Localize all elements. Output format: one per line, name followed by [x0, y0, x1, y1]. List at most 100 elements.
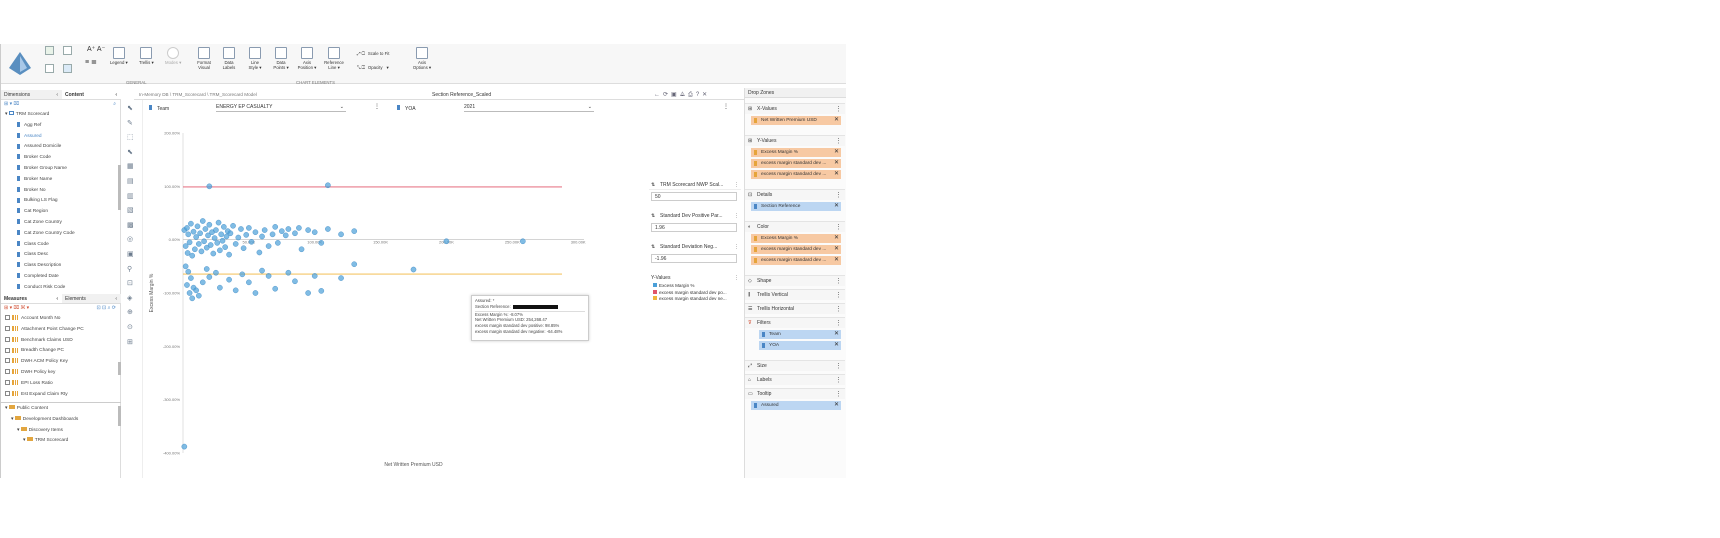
- list-item[interactable]: Broker No: [5, 186, 115, 197]
- font-size-up-icon[interactable]: A⁺ A⁻: [87, 46, 105, 53]
- team-select[interactable]: ENERGY EP CASUALTY ⌄: [216, 104, 346, 112]
- dimensions-toolbar[interactable]: ⊞ ▾ ⌧ ⌕: [4, 101, 118, 109]
- yoa-filter[interactable]: YOA 2021 ⌄ ⋮: [394, 103, 734, 113]
- chart-type-icon[interactable]: [45, 46, 54, 55]
- filter-options-icon[interactable]: ⋮: [723, 103, 729, 110]
- tooltip-zone[interactable]: ▭ Tooltip ⋮: [745, 388, 845, 399]
- y-tick-label: 100.00%: [164, 184, 180, 189]
- list-item[interactable]: Assured Domicile: [5, 142, 115, 153]
- data-point: [240, 245, 247, 251]
- trellis-horizontal-zone[interactable]: ☰ Trellis Horizontal ⋮: [745, 303, 845, 314]
- yvalues-zone[interactable]: ⊞ Y-Values ⋮: [745, 135, 845, 146]
- parameter-nwp-input[interactable]: 50: [651, 192, 737, 201]
- list-item[interactable]: DWH ACM Policy Key: [5, 357, 115, 368]
- list-item[interactable]: Assured: [5, 132, 115, 143]
- color-pill[interactable]: excess margin standard dev ... ✕: [751, 256, 841, 265]
- parameter-std-neg-input[interactable]: -1.96: [651, 254, 737, 263]
- list-item[interactable]: Account Month No: [5, 314, 115, 325]
- list-item[interactable]: Conduct Risk Code: [5, 283, 115, 294]
- tab-dimensions[interactable]: Dimensions ‹: [1, 90, 62, 100]
- list-item[interactable]: ▾ Discovery Items: [5, 426, 115, 437]
- data-point: [226, 251, 232, 258]
- parameter-std-neg-label: ⇅ Standard Deviation Neg... ⋮: [651, 244, 739, 250]
- data-labels-button[interactable]: Data Labels: [221, 47, 237, 70]
- tab-elements[interactable]: Elements ‹: [62, 294, 121, 304]
- viz-header: In-Memory DB \ TRM_Scorecard \ TRM_Score…: [134, 90, 744, 100]
- data-points-button[interactable]: Data Points ▾: [272, 47, 290, 70]
- yoa-select[interactable]: 2021 ⌄: [464, 104, 594, 112]
- xvalues-zone[interactable]: ⊞ X-Values ⋮: [745, 103, 845, 114]
- list-item[interactable]: Broker Name: [5, 175, 115, 186]
- yvalues-pill[interactable]: excess margin standard dev ... ✕: [751, 159, 841, 168]
- list-item[interactable]: ▾ TRM Scorecard: [5, 436, 115, 447]
- tool-icons[interactable]: ⬉ ✎ ⬚ ⬉ ▦ ▤ ▥ ▧ ▩ ◎ ▣ ⚲ ⊡ ◈ ⊕ ⊙ ⊞: [127, 102, 134, 350]
- list-item[interactable]: Broker Group Name: [5, 164, 115, 175]
- list-item[interactable]: Cat Zone Country: [5, 218, 115, 229]
- measures-toolbar[interactable]: ⊞ ▾ ⌧ Ж ▾ ⊡ ⊡ ⌕ ⟳: [4, 305, 118, 313]
- xvalues-pill[interactable]: Net Written Premium USD ✕: [751, 116, 841, 125]
- list-item[interactable]: Benchmark Claims USD: [5, 336, 115, 347]
- trellis-button[interactable]: Trellis ▾: [139, 47, 154, 65]
- list-item[interactable]: Completed Date: [5, 272, 115, 283]
- data-point: [272, 285, 278, 292]
- color-zone[interactable]: ◐ Color ⋮: [745, 221, 845, 232]
- legend-button[interactable]: Legend ▾: [110, 47, 128, 65]
- parameter-std-pos-label: ⇅ Standard Dev Positive Par... ⋮: [651, 213, 739, 219]
- filter-pill[interactable]: Team ✕: [759, 330, 841, 339]
- data-point: [311, 229, 318, 235]
- list-item[interactable]: Breadth Change PC: [5, 346, 115, 357]
- legend-item[interactable]: excess margin standard dev ne...: [653, 296, 741, 303]
- list-item[interactable]: Broker Code: [5, 153, 115, 164]
- color-pill[interactable]: excess margin standard dev ... ✕: [751, 245, 841, 254]
- list-item[interactable]: Class Code: [5, 240, 115, 251]
- list-item[interactable]: ▾ Development Dashboards: [5, 415, 115, 426]
- parameter-std-pos-input[interactable]: 1.96: [651, 223, 737, 232]
- format-visual-button[interactable]: Format Visual: [196, 47, 212, 70]
- filter-options-icon[interactable]: ⋮: [374, 103, 380, 110]
- axis-position-button[interactable]: Axis Position ▾: [297, 47, 317, 70]
- scatter-icon[interactable]: [63, 64, 72, 73]
- list-item[interactable]: Est Expand Claim Rty: [5, 390, 115, 400]
- trellis-vertical-zone[interactable]: ⫼ Trellis Vertical ⋮: [745, 289, 845, 300]
- data-point: [185, 268, 192, 275]
- list-item[interactable]: Agg Ref: [5, 121, 115, 132]
- filter-pill[interactable]: YOA ✕: [759, 341, 841, 350]
- swap-icon[interactable]: [45, 64, 54, 73]
- list-item[interactable]: Bulking LS Flag: [5, 196, 115, 207]
- filters-zone[interactable]: ⊽ Filters ⋮: [745, 317, 845, 328]
- axis-options-button[interactable]: Axis Options ▾: [411, 47, 433, 70]
- details-zone[interactable]: ⊡ Details ⋮: [745, 189, 845, 200]
- tooltip-pill[interactable]: Assured ✕: [751, 401, 841, 410]
- tree-root[interactable]: ▾ TRM Scorecard: [5, 110, 115, 121]
- reference-line-button[interactable]: Reference Line ▾: [323, 47, 345, 70]
- line-style-button[interactable]: Line Style ▾: [246, 47, 264, 70]
- yvalues-pill[interactable]: Excess Margin % ✕: [751, 148, 841, 157]
- viz-action-icons[interactable]: ←⟳▣⟁⎙?✕: [654, 91, 710, 99]
- yvalues-pill[interactable]: excess margin standard dev ... ✕: [751, 170, 841, 179]
- tab-content[interactable]: Content ‹: [62, 90, 121, 100]
- search-icon[interactable]: ⌕: [113, 101, 116, 107]
- align-icon[interactable]: ≡ ≣: [85, 59, 97, 66]
- color-pill[interactable]: Excess Margin % ✕: [751, 234, 841, 243]
- data-point: [206, 183, 213, 190]
- list-item[interactable]: ▾ Public Content: [5, 404, 115, 415]
- sort-icon[interactable]: [63, 46, 72, 55]
- list-item[interactable]: Class Description: [5, 261, 115, 272]
- tab-measures[interactable]: Measures ‹: [1, 294, 62, 304]
- opacity-button[interactable]: ⤡ ◫ Opacity ▾: [357, 65, 389, 70]
- list-item[interactable]: Attachment Point Change PC: [5, 325, 115, 336]
- shape-zone[interactable]: ◇ Shape ⋮: [745, 275, 845, 286]
- list-item[interactable]: Class Desc: [5, 250, 115, 261]
- list-item[interactable]: Cat Region: [5, 207, 115, 218]
- team-filter[interactable]: Team ENERGY EP CASUALTY ⌄ ⋮: [146, 103, 381, 113]
- size-zone[interactable]: ⤢ Size ⋮: [745, 360, 845, 371]
- list-item[interactable]: Cat Zone Country Code: [5, 229, 115, 240]
- x-axis-label: Net Written Premium USD: [384, 462, 443, 468]
- list-item[interactable]: DWH Policy key: [5, 368, 115, 379]
- details-pill[interactable]: Section Reference ✕: [751, 202, 841, 211]
- list-item[interactable]: EPI Loss Ratio: [5, 379, 115, 390]
- modes-button[interactable]: Modes ▾: [165, 47, 181, 65]
- scale-to-fit-button[interactable]: ⤢ ▢ Scale to Fit: [357, 51, 389, 56]
- data-point: [443, 238, 450, 245]
- labels-zone[interactable]: ⌂ Labels ⋮: [745, 374, 845, 385]
